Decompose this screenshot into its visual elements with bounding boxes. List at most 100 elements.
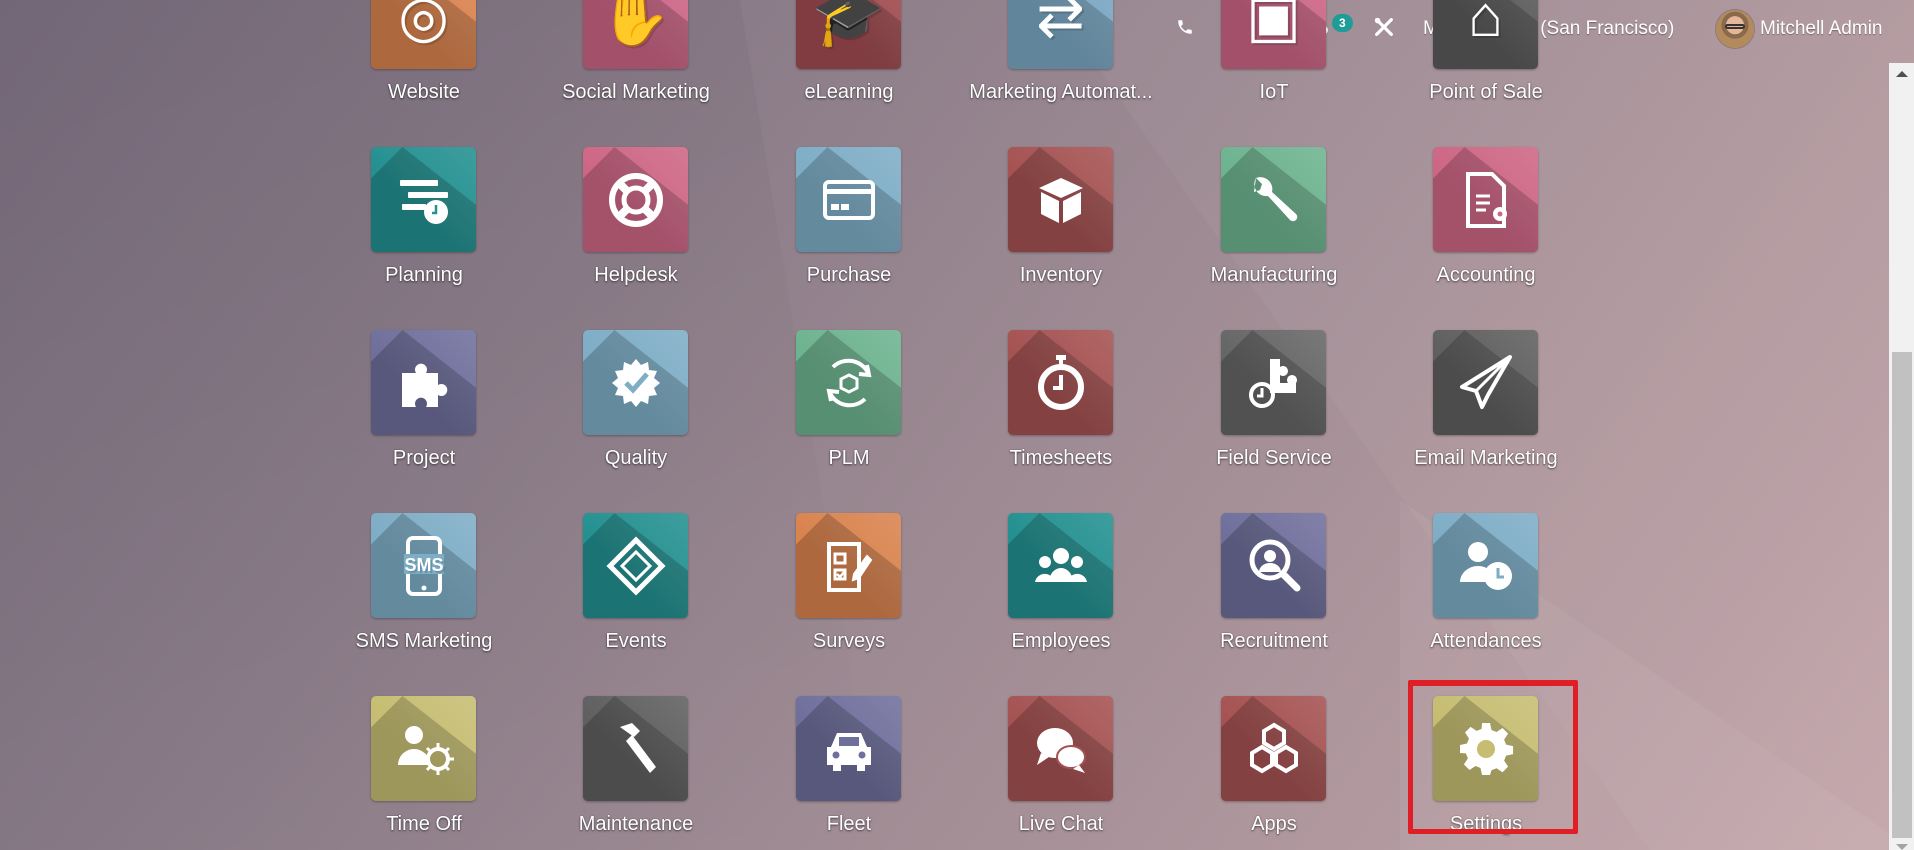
app-tile[interactable]: ⇄ <box>1008 0 1113 69</box>
app-apps[interactable]: Apps <box>1199 696 1349 846</box>
app-live-chat[interactable]: Live Chat <box>986 696 1136 846</box>
app-tile[interactable] <box>1433 513 1538 618</box>
app-label[interactable]: Helpdesk <box>521 264 751 287</box>
top-navbar: 19 3 My Company (San Francisco) Mitchell… <box>0 0 1914 58</box>
app-quality[interactable]: Quality <box>561 330 711 480</box>
app-marketing-automat[interactable]: ⇄ Marketing Automat... <box>969 0 1153 114</box>
app-label[interactable]: PLM <box>734 447 964 470</box>
app-attendances[interactable]: Attendances <box>1411 513 1561 663</box>
app-surveys[interactable]: Surveys <box>774 513 924 663</box>
app-email-marketing[interactable]: Email Marketing <box>1411 330 1561 480</box>
app-label[interactable]: Point of Sale <box>1371 81 1601 104</box>
app-label[interactable]: Project <box>309 447 539 470</box>
app-tile[interactable]: 🎓 <box>796 0 901 69</box>
app-project[interactable]: Project <box>349 330 499 480</box>
user-menu[interactable]: Mitchell Admin <box>1716 0 1883 58</box>
app-tile[interactable] <box>371 147 476 252</box>
app-manufacturing[interactable]: Manufacturing <box>1199 147 1349 297</box>
app-label[interactable]: Recruitment <box>1159 630 1389 653</box>
app-label[interactable]: eLearning <box>734 81 964 104</box>
app-tile[interactable] <box>1008 147 1113 252</box>
app-plm[interactable]: PLM <box>774 330 924 480</box>
app-label[interactable]: Fleet <box>734 813 964 836</box>
app-iot[interactable]: ▣ IoT <box>1199 0 1349 114</box>
app-tile[interactable] <box>1433 330 1538 435</box>
app-accounting[interactable]: Accounting <box>1411 147 1561 297</box>
scroll-down-arrow-icon[interactable] <box>1896 844 1908 850</box>
app-label[interactable]: IoT <box>1159 81 1389 104</box>
app-tile[interactable] <box>1221 696 1326 801</box>
app-tile[interactable] <box>796 330 901 435</box>
app-label[interactable]: Quality <box>521 447 751 470</box>
app-tile[interactable] <box>1008 330 1113 435</box>
app-tile[interactable] <box>1008 696 1113 801</box>
app-label[interactable]: Marketing Automat... <box>946 81 1176 104</box>
app-recruitment[interactable]: Recruitment <box>1199 513 1349 663</box>
app-label[interactable]: Maintenance <box>521 813 751 836</box>
app-planning[interactable]: Planning <box>349 147 499 297</box>
app-tile[interactable]: ▣ <box>1221 0 1326 69</box>
app-fleet[interactable]: Fleet <box>774 696 924 846</box>
app-elearning[interactable]: 🎓 eLearning <box>774 0 924 114</box>
app-website[interactable]: ◎ Website <box>349 0 499 114</box>
app-tile[interactable]: SMS <box>371 513 476 618</box>
app-sms-marketing[interactable]: SMS SMS Marketing <box>349 513 499 663</box>
app-label[interactable]: Purchase <box>734 264 964 287</box>
app-social-marketing[interactable]: ✋ Social Marketing <box>561 0 711 114</box>
app-label[interactable]: Timesheets <box>946 447 1176 470</box>
debug-tools-button[interactable] <box>1373 0 1395 58</box>
app-tile[interactable]: ⌂ <box>1433 0 1538 69</box>
app-tile[interactable] <box>1008 513 1113 618</box>
app-label[interactable]: Settings <box>1371 813 1601 836</box>
app-label[interactable]: Attendances <box>1371 630 1601 653</box>
phone-button[interactable] <box>1176 0 1194 58</box>
app-tile[interactable] <box>1433 147 1538 252</box>
app-label[interactable]: Time Off <box>309 813 539 836</box>
app-tile[interactable] <box>583 147 688 252</box>
app-tile[interactable] <box>583 696 688 801</box>
app-tile[interactable] <box>371 696 476 801</box>
app-tile[interactable] <box>1221 147 1326 252</box>
app-label[interactable]: Live Chat <box>946 813 1176 836</box>
app-tile[interactable] <box>583 513 688 618</box>
app-field-service[interactable]: Field Service <box>1199 330 1349 480</box>
app-label[interactable]: Email Marketing <box>1371 447 1601 470</box>
app-label[interactable]: Social Marketing <box>521 81 751 104</box>
scroll-thumb[interactable] <box>1892 352 1912 838</box>
app-events[interactable]: Events <box>561 513 711 663</box>
app-tile[interactable] <box>796 696 901 801</box>
app-purchase[interactable]: Purchase <box>774 147 924 297</box>
app-label[interactable]: Website <box>309 81 539 104</box>
app-settings[interactable]: Settings <box>1411 696 1561 846</box>
app-inventory[interactable]: Inventory <box>986 147 1136 297</box>
app-timesheets[interactable]: Timesheets <box>986 330 1136 480</box>
lifebuoy-icon <box>583 147 688 252</box>
app-tile[interactable] <box>583 330 688 435</box>
app-tile[interactable] <box>1433 696 1538 801</box>
app-label[interactable]: Surveys <box>734 630 964 653</box>
app-tile[interactable] <box>796 513 901 618</box>
app-label[interactable]: Manufacturing <box>1159 264 1389 287</box>
app-label[interactable]: Inventory <box>946 264 1176 287</box>
app-label[interactable]: Planning <box>309 264 539 287</box>
app-label[interactable]: Field Service <box>1159 447 1389 470</box>
search-user-icon <box>1221 513 1326 618</box>
scrollbar[interactable] <box>1889 63 1914 850</box>
app-helpdesk[interactable]: Helpdesk <box>561 147 711 297</box>
app-tile[interactable] <box>1221 513 1326 618</box>
app-point-of-sale[interactable]: ⌂ Point of Sale <box>1411 0 1561 114</box>
app-label[interactable]: Events <box>521 630 751 653</box>
app-label[interactable]: Accounting <box>1371 264 1601 287</box>
app-tile[interactable]: ◎ <box>371 0 476 69</box>
app-employees[interactable]: Employees <box>986 513 1136 663</box>
app-label[interactable]: SMS Marketing <box>309 630 539 653</box>
app-tile[interactable] <box>796 147 901 252</box>
app-maintenance[interactable]: Maintenance <box>561 696 711 846</box>
app-label[interactable]: Employees <box>946 630 1176 653</box>
app-time-off[interactable]: Time Off <box>349 696 499 846</box>
app-tile[interactable] <box>1221 330 1326 435</box>
scroll-up-arrow-icon[interactable] <box>1896 71 1908 77</box>
app-tile[interactable] <box>371 330 476 435</box>
app-label[interactable]: Apps <box>1159 813 1389 836</box>
app-tile[interactable]: ✋ <box>583 0 688 69</box>
